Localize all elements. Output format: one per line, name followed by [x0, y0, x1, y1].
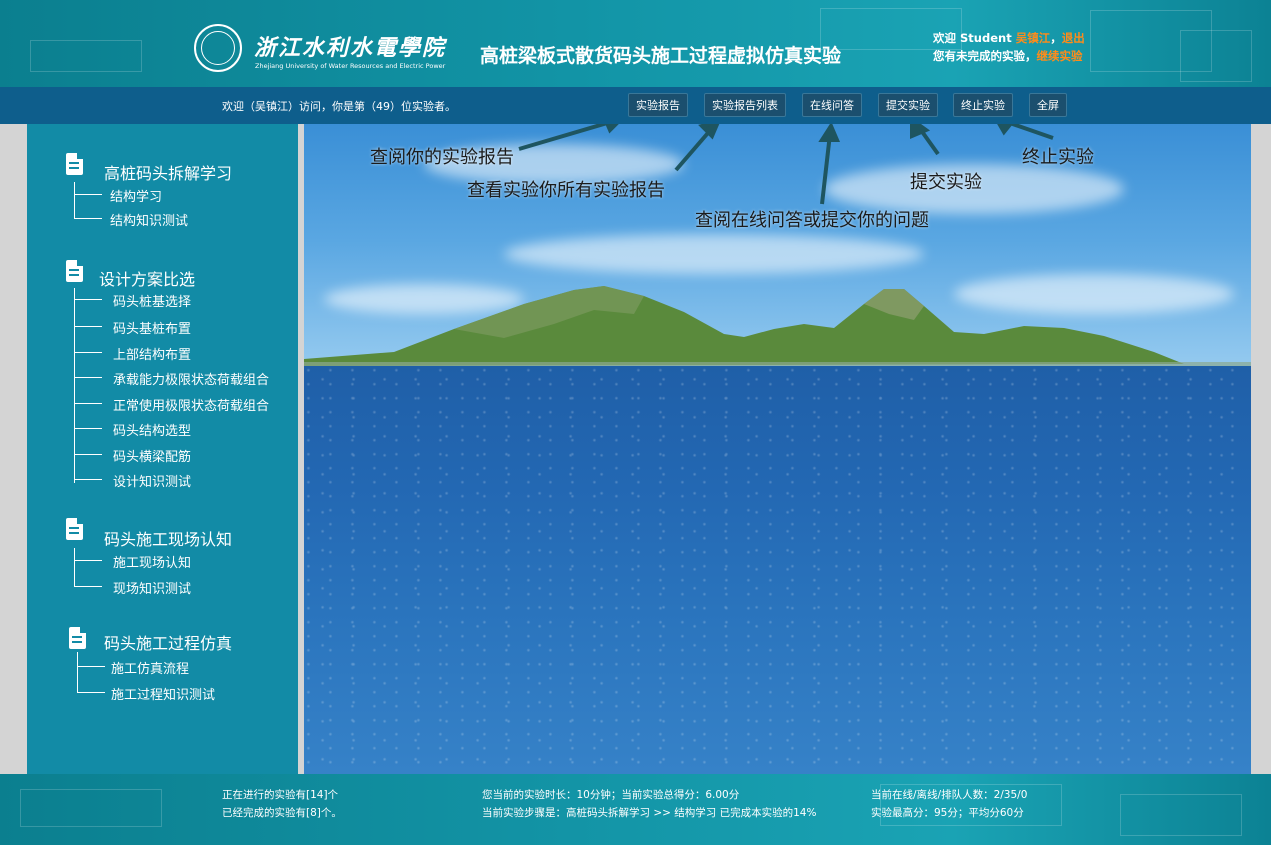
tree-line	[74, 548, 75, 586]
visitor-text: 欢迎（吴镇江）访问，你是第（49）位实验者。	[222, 100, 456, 113]
welcome-prefix: 欢迎 Student	[933, 31, 1012, 45]
sidebar-item-structure-study[interactable]: 结构学习	[110, 186, 162, 205]
sidebar-item-site-test[interactable]: 现场知识测试	[113, 578, 191, 597]
header-banner: 浙江水利水電學院 Zhejiang University of Water Re…	[0, 0, 1271, 87]
section-title-dismantle[interactable]: 高桩码头拆解学习	[104, 160, 232, 184]
completed-count: 已经完成的实验有[8]个。	[222, 807, 342, 819]
school-name-cn: 浙江水利水電學院	[254, 35, 447, 61]
sidebar-item-service-load[interactable]: 正常使用极限状态荷载组合	[113, 395, 269, 414]
sidebar-item-pile-selection[interactable]: 码头桩基选择	[113, 291, 191, 310]
sidebar-item-simulation-flow[interactable]: 施工仿真流程	[111, 658, 189, 677]
tree-branch	[74, 299, 102, 300]
tree-branch	[74, 218, 102, 219]
sidebar-item-structure-test[interactable]: 结构知识测试	[110, 210, 188, 229]
tree-branch	[77, 692, 105, 693]
annotation-qa: 查阅在线问答或提交你的问题	[695, 210, 929, 231]
tree-branch	[74, 352, 102, 353]
document-icon	[69, 627, 86, 649]
terminate-experiment-button[interactable]: 终止实验	[953, 93, 1013, 117]
continue-experiment-link[interactable]: 继续实验	[1037, 49, 1083, 63]
user-name[interactable]: 吴镇江	[1016, 31, 1051, 45]
tree-branch	[74, 403, 102, 404]
school-name-en: Zhejiang University of Water Resources a…	[255, 62, 446, 70]
tree-branch	[74, 454, 102, 455]
annotation-report-list: 查看实验你所有实验报告	[467, 180, 665, 201]
tree-branch	[74, 377, 102, 378]
sidebar-item-structure-type[interactable]: 码头结构选型	[113, 420, 191, 439]
tree-branch	[74, 194, 102, 195]
decor-line	[1180, 30, 1252, 82]
section-title-design[interactable]: 设计方案比选	[99, 266, 195, 290]
navbar: 欢迎（吴镇江）访问，你是第（49）位实验者。 实验报告 实验报告列表 在线问答 …	[0, 87, 1271, 124]
footer-status-bar: 正在进行的实验有[14]个 已经完成的实验有[8]个。 您当前的实验时长：10分…	[0, 774, 1271, 845]
experiment-progress: 您当前的实验时长：10分钟；当前实验总得分：6.00分 当前实验步骤是：高桩码头…	[482, 786, 816, 822]
tree-branch	[77, 666, 105, 667]
document-icon	[66, 260, 83, 282]
simulation-viewport[interactable]: 查阅你的实验报告 查看实验你所有实验报告 查阅在线问答或提交你的问题 提交实验 …	[304, 124, 1251, 774]
tree-branch	[74, 428, 102, 429]
experiment-counts: 正在进行的实验有[14]个 已经完成的实验有[8]个。	[222, 786, 342, 822]
sidebar-item-pile-layout[interactable]: 码头基桩布置	[113, 318, 191, 337]
document-icon	[66, 518, 83, 540]
tree-branch	[74, 586, 102, 587]
report-button[interactable]: 实验报告	[628, 93, 688, 117]
fullscreen-button[interactable]: 全屏	[1029, 93, 1067, 117]
decor-line	[30, 40, 142, 72]
tree-branch	[74, 560, 102, 561]
running-count: 正在进行的实验有[14]个	[222, 789, 339, 801]
duration-score: 您当前的实验时长：10分钟；当前实验总得分：6.00分	[482, 789, 740, 801]
tree-line	[74, 182, 75, 218]
unfinished-text: 您有未完成的实验，	[933, 49, 1037, 63]
tree-branch	[74, 326, 102, 327]
online-stats: 当前在线/离线/排队人数：2/35/0 实验最高分：95分；平均分60分	[871, 786, 1027, 822]
sidebar-item-design-test[interactable]: 设计知识测试	[113, 471, 191, 490]
report-list-button[interactable]: 实验报告列表	[704, 93, 786, 117]
annotation-terminate: 终止实验	[1022, 147, 1094, 168]
submit-experiment-button[interactable]: 提交实验	[878, 93, 938, 117]
school-logo	[194, 24, 242, 72]
sidebar-item-superstructure-layout[interactable]: 上部结构布置	[113, 344, 191, 363]
online-count: 当前在线/离线/排队人数：2/35/0	[871, 789, 1028, 801]
online-qa-button[interactable]: 在线问答	[802, 93, 862, 117]
current-step: 当前实验步骤是：高桩码头拆解学习 >> 结构学习 已完成本实验的14%	[482, 807, 817, 819]
decor-line	[20, 789, 162, 827]
tree-branch	[74, 479, 102, 480]
tree-line	[77, 652, 78, 692]
app-title: 高桩梁板式散货码头施工过程虚拟仿真实验	[480, 45, 842, 67]
sidebar-item-beam-reinforcement[interactable]: 码头横梁配筋	[113, 446, 191, 465]
sidebar-item-site-recognition[interactable]: 施工现场认知	[113, 552, 191, 571]
welcome-block: 欢迎 Student 吴镇江，退出 您有未完成的实验，继续实验	[933, 31, 1085, 63]
sidebar-item-ultimate-load[interactable]: 承载能力极限状态荷载组合	[113, 369, 269, 388]
decor-line	[1120, 794, 1242, 836]
section-title-simulation[interactable]: 码头施工过程仿真	[104, 630, 232, 654]
sidebar-item-process-test[interactable]: 施工过程知识测试	[111, 684, 215, 703]
annotation-submit: 提交实验	[910, 172, 982, 193]
logout-link[interactable]: 退出	[1062, 31, 1085, 45]
sidebar: 高桩码头拆解学习 结构学习 结构知识测试 设计方案比选 码头桩基选择 码头基桩布…	[27, 124, 298, 774]
document-icon	[66, 153, 83, 175]
score-stats: 实验最高分：95分；平均分60分	[871, 807, 1024, 819]
annotation-report: 查阅你的实验报告	[370, 147, 514, 168]
section-title-site[interactable]: 码头施工现场认知	[104, 526, 232, 550]
